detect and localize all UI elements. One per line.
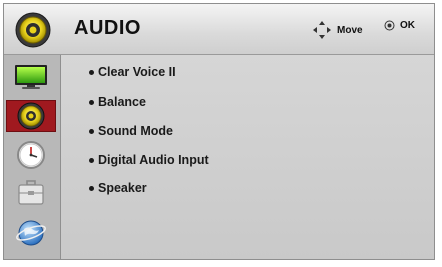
page-title: AUDIO: [74, 17, 141, 39]
dpad-icon: [313, 21, 331, 39]
ok-hint: OK: [384, 20, 415, 31]
bullet-icon: [89, 185, 94, 191]
sidebar-item-time[interactable]: [6, 139, 56, 171]
menu-item-balance[interactable]: Balance: [89, 95, 146, 109]
sidebar-item-picture[interactable]: [6, 61, 56, 93]
menu-item-digital-audio-input[interactable]: Digital Audio Input: [89, 153, 209, 167]
globe-icon: [16, 220, 46, 246]
sidebar-item-option[interactable]: [6, 177, 56, 209]
clock-icon: [17, 141, 45, 169]
menu-item-label: Balance: [98, 95, 146, 109]
speaker-icon: [15, 12, 51, 48]
menu-item-label: Speaker: [98, 181, 147, 195]
menu-item-clear-voice[interactable]: Clear Voice II: [89, 65, 176, 79]
speaker-icon: [17, 102, 45, 130]
tv-icon: [15, 65, 47, 89]
toolbox-icon: [18, 180, 44, 205]
menu-item-speaker[interactable]: Speaker: [89, 181, 147, 195]
menu-item-label: Clear Voice II: [98, 65, 176, 79]
move-label: Move: [337, 24, 363, 36]
menu-header: AUDIO Move OK: [4, 4, 434, 55]
sidebar-item-audio[interactable]: [6, 100, 56, 132]
osd-menu-window: AUDIO Move OK Clear Voice II Balance Sou…: [3, 3, 435, 260]
bullet-icon: [89, 69, 94, 75]
bullet-icon: [89, 157, 94, 163]
bullet-icon: [89, 128, 94, 134]
ok-label: OK: [400, 20, 415, 31]
sidebar-item-network[interactable]: [6, 217, 56, 249]
menu-item-label: Digital Audio Input: [98, 153, 209, 167]
move-hint: Move: [312, 20, 363, 40]
ok-button-icon: [384, 20, 395, 31]
category-sidebar: [4, 55, 61, 259]
menu-content: Clear Voice II Balance Sound Mode Digita…: [64, 55, 434, 259]
menu-item-sound-mode[interactable]: Sound Mode: [89, 124, 173, 138]
menu-item-label: Sound Mode: [98, 124, 173, 138]
bullet-icon: [89, 99, 94, 105]
